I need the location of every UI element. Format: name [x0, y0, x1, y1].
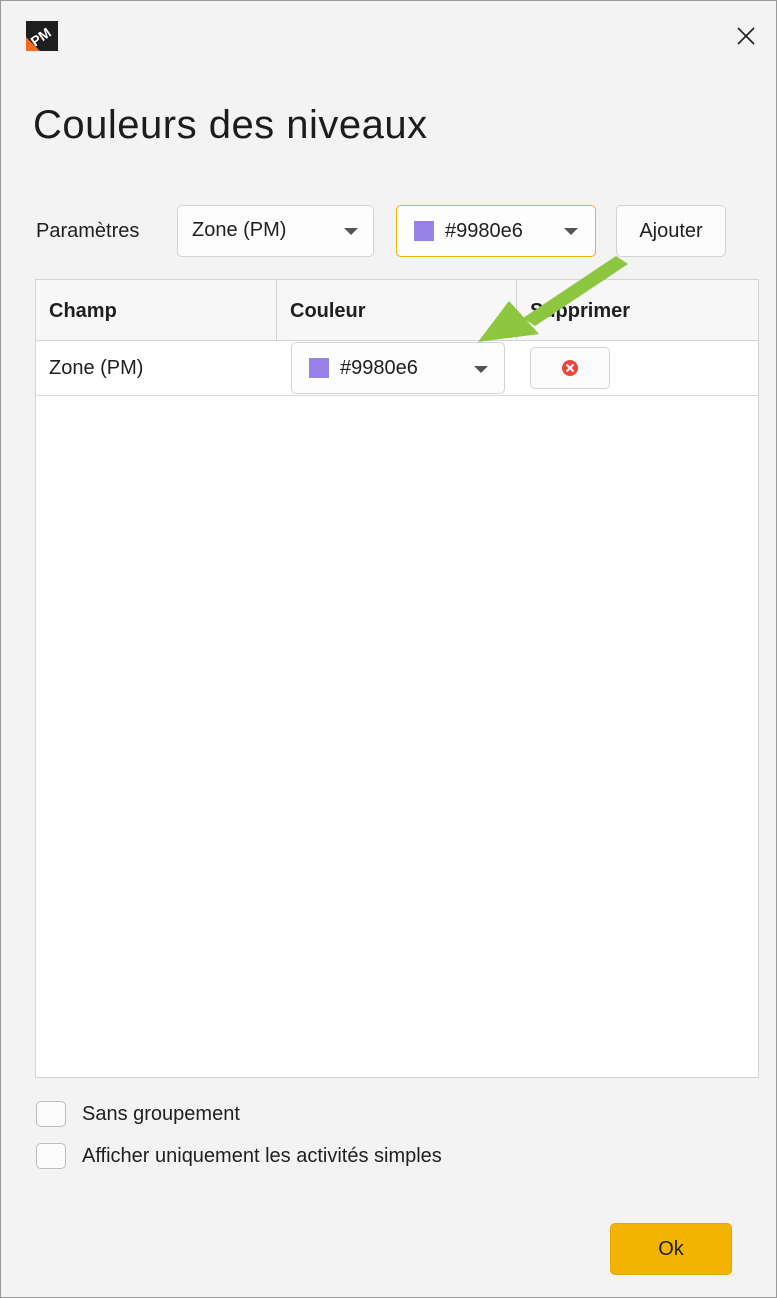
dialog-window: PM Couleurs des niveaux Paramètres Zone …: [0, 0, 777, 1298]
no-grouping-checkbox[interactable]: [36, 1101, 66, 1127]
color-select[interactable]: #9980e6: [396, 205, 596, 257]
simple-only-label: Afficher uniquement les activités simple…: [82, 1144, 442, 1167]
simple-only-option[interactable]: Afficher uniquement les activités simple…: [36, 1143, 442, 1169]
pm-app-icon: PM: [26, 21, 58, 51]
color-select-value: #9980e6: [445, 220, 523, 242]
table-row: Zone (PM) #9980e6: [36, 341, 758, 396]
close-button[interactable]: [716, 1, 776, 71]
row-color-value: #9980e6: [340, 357, 418, 379]
cell-champ: Zone (PM): [49, 357, 144, 379]
chevron-down-icon: [474, 366, 488, 373]
page-title: Couleurs des niveaux: [33, 103, 428, 147]
params-label: Paramètres: [36, 220, 140, 242]
field-select-value: Zone (PM): [192, 219, 287, 241]
column-header-champ[interactable]: Champ: [36, 280, 277, 340]
no-grouping-label: Sans groupement: [82, 1102, 240, 1125]
levels-grid: Champ Couleur Supprimer Zone (PM) #9980e…: [35, 279, 759, 1078]
chevron-down-icon: [564, 228, 578, 235]
column-header-supprimer[interactable]: Supprimer: [517, 280, 758, 340]
chevron-down-icon: [344, 228, 358, 235]
dialog-body: Couleurs des niveaux Paramètres Zone (PM…: [1, 71, 776, 1297]
field-select[interactable]: Zone (PM): [177, 205, 374, 257]
close-icon: [737, 27, 755, 45]
simple-only-checkbox[interactable]: [36, 1143, 66, 1169]
grid-header: Champ Couleur Supprimer: [36, 280, 758, 341]
ok-button[interactable]: Ok: [610, 1223, 732, 1275]
delete-x-icon: [562, 360, 578, 376]
color-swatch: [309, 358, 329, 378]
color-swatch: [414, 221, 434, 241]
row-color-select[interactable]: #9980e6: [291, 342, 505, 394]
column-header-couleur[interactable]: Couleur: [277, 280, 517, 340]
title-bar: PM: [1, 1, 776, 71]
delete-row-button[interactable]: [530, 347, 610, 389]
add-button[interactable]: Ajouter: [616, 205, 726, 257]
no-grouping-option[interactable]: Sans groupement: [36, 1101, 240, 1127]
